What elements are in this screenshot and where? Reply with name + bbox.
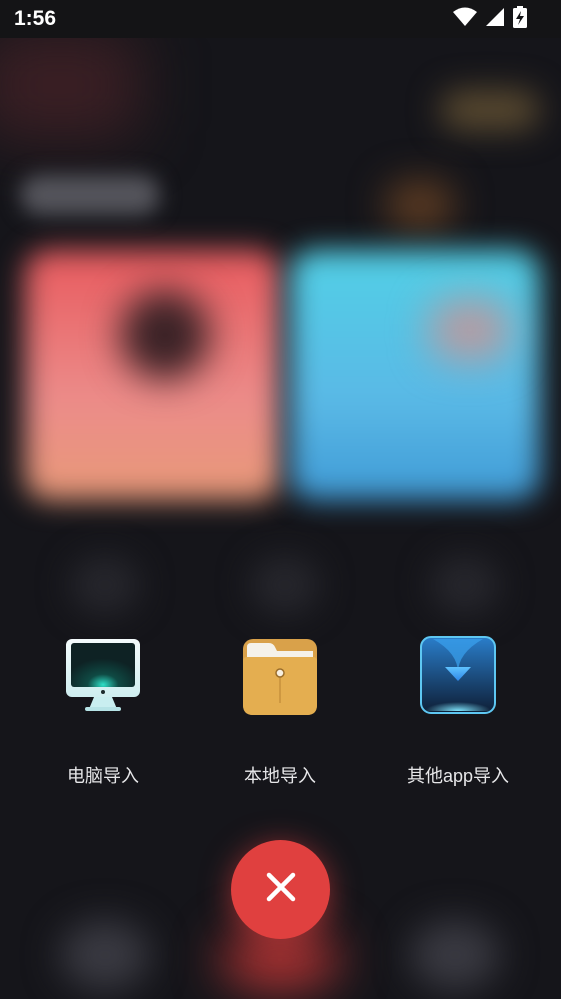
- status-time: 1:56: [14, 7, 57, 30]
- battery-charging-icon: [513, 5, 527, 33]
- import-other-app-label: 其他app导入: [406, 766, 510, 786]
- close-button[interactable]: [231, 840, 330, 939]
- wifi-icon: [453, 7, 477, 32]
- import-from-computer-label: 电脑导入: [67, 766, 139, 786]
- import-options: 电脑导入 本地导入 其他app导入: [0, 630, 561, 800]
- import-other-app-button[interactable]: 其他app导入: [368, 630, 548, 800]
- status-icons: [453, 5, 527, 33]
- close-icon: [264, 870, 298, 909]
- computer-monitor-icon: [62, 630, 144, 718]
- status-bar: 1:56: [0, 0, 561, 38]
- import-local-label: 本地导入: [244, 766, 316, 786]
- signal-icon: [485, 7, 505, 32]
- download-arrow-icon: [417, 630, 499, 718]
- import-from-computer-button[interactable]: 电脑导入: [13, 630, 193, 800]
- import-local-button[interactable]: 本地导入: [190, 630, 370, 800]
- folder-icon: [239, 630, 321, 718]
